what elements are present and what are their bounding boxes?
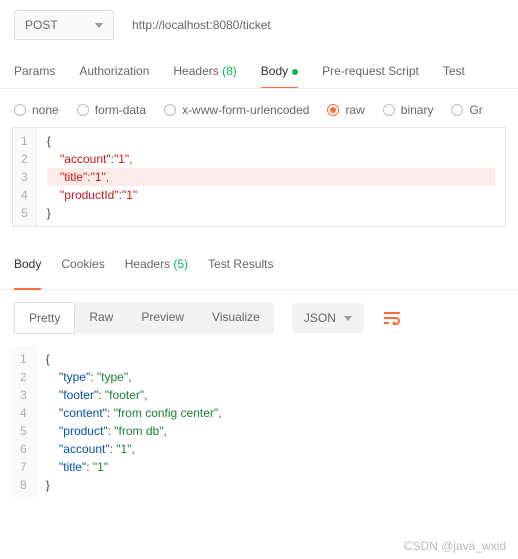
body-type-none[interactable]: none xyxy=(14,103,59,117)
tab-params[interactable]: Params xyxy=(14,64,55,88)
tab-authorization[interactable]: Authorization xyxy=(79,64,149,88)
res-tab-body[interactable]: Body xyxy=(14,257,41,290)
watermark: CSDN @java_wxid xyxy=(404,539,506,553)
request-tabs: Params Authorization Headers (8) Body Pr… xyxy=(0,46,518,89)
chevron-down-icon xyxy=(95,23,103,28)
tab-prerequest[interactable]: Pre-request Script xyxy=(322,64,419,88)
response-body-viewer[interactable]: 12345678 { "type": "type", "footer": "fo… xyxy=(12,346,506,498)
wrap-lines-icon[interactable] xyxy=(378,304,406,332)
body-type-binary[interactable]: binary xyxy=(383,103,434,117)
url-input[interactable] xyxy=(126,10,504,40)
res-tab-testresults[interactable]: Test Results xyxy=(208,257,273,279)
view-visualize[interactable]: Visualize xyxy=(198,302,274,334)
tab-tests[interactable]: Test xyxy=(443,64,465,88)
response-tabs: Body Cookies Headers (5) Test Results xyxy=(0,227,518,290)
request-body-editor[interactable]: 12345 { "account":"1", "title":"1", "pro… xyxy=(12,127,506,227)
body-type-urlencoded[interactable]: x-www-form-urlencoded xyxy=(164,103,309,117)
view-raw[interactable]: Raw xyxy=(75,302,127,334)
body-type-formdata[interactable]: form-data xyxy=(77,103,146,117)
view-pretty[interactable]: Pretty xyxy=(14,302,75,334)
res-tab-cookies[interactable]: Cookies xyxy=(61,257,104,279)
language-select[interactable]: JSON xyxy=(292,303,364,333)
http-method-select[interactable]: POST xyxy=(14,10,114,40)
res-tab-headers[interactable]: Headers (5) xyxy=(125,257,188,279)
body-type-graphql[interactable]: Gr xyxy=(451,103,482,117)
view-preview[interactable]: Preview xyxy=(127,302,198,334)
body-type-raw[interactable]: raw xyxy=(327,103,364,117)
tab-body[interactable]: Body xyxy=(261,64,298,88)
chevron-down-icon xyxy=(344,316,352,321)
tab-headers[interactable]: Headers (8) xyxy=(173,64,236,88)
view-mode-segment: Pretty Raw Preview Visualize xyxy=(14,302,274,334)
http-method-value: POST xyxy=(25,18,58,32)
dot-icon xyxy=(292,69,298,75)
body-type-row: none form-data x-www-form-urlencoded raw… xyxy=(0,89,518,127)
